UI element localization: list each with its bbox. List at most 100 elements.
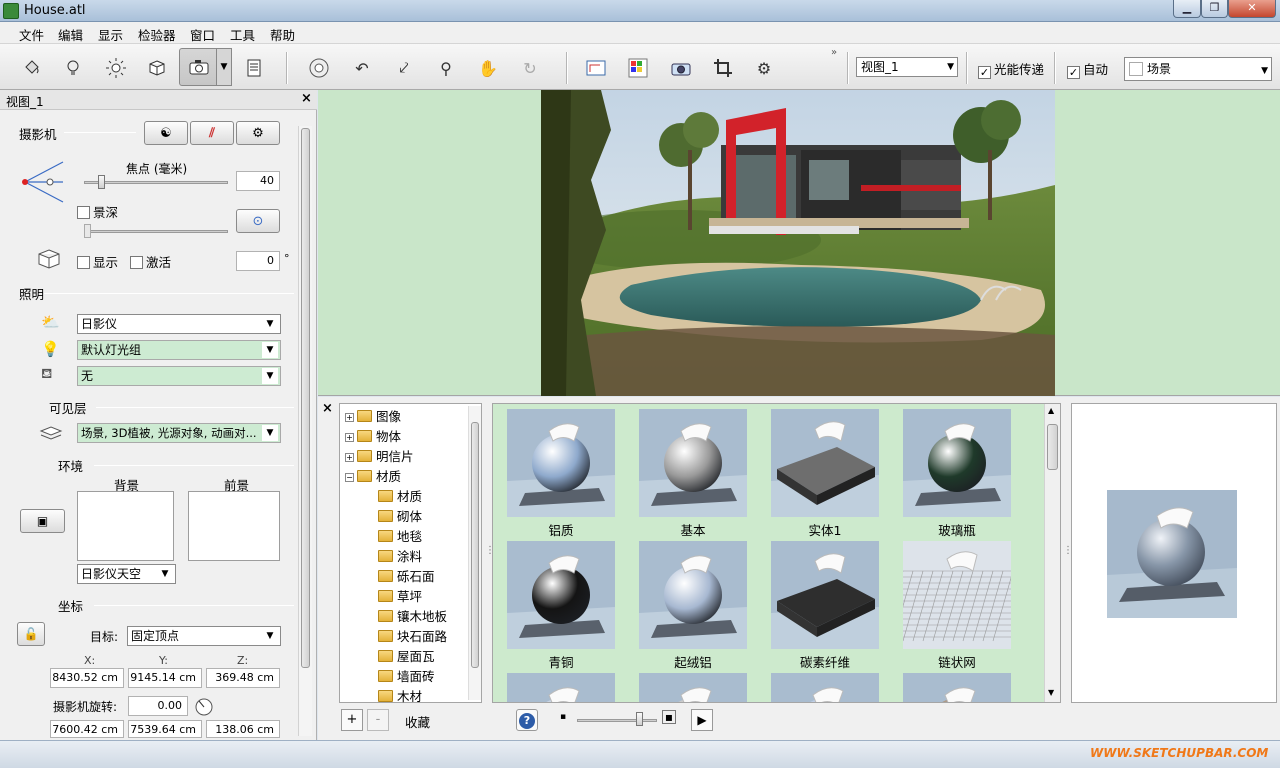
camera-mode-button[interactable]: ☯ xyxy=(144,121,188,145)
scroll-up-icon[interactable]: ▲ xyxy=(1048,406,1054,415)
expand-icon[interactable]: + xyxy=(345,453,354,462)
auto-toggle[interactable]: ✓ 自动 xyxy=(1067,59,1108,79)
pan-hand-icon[interactable]: ✋ xyxy=(474,54,502,82)
tree-item[interactable]: 墙面砖 xyxy=(378,666,435,685)
scene-select[interactable]: 场景 ▼ xyxy=(1124,57,1272,81)
tree-item[interactable]: + 图像 xyxy=(345,406,401,425)
tree-scrollbar-thumb[interactable] xyxy=(471,422,479,668)
lighting-extra-select[interactable]: 无 ▼ xyxy=(77,366,281,386)
x-field[interactable]: 8430.52 cm xyxy=(50,668,124,688)
material-thumbnail[interactable]: 玻璃瓶 xyxy=(903,409,1011,539)
material-thumbnail[interactable]: 链状网 xyxy=(903,541,1011,671)
menu-window[interactable]: 窗口 xyxy=(190,25,215,44)
light-group-select[interactable]: 默认灯光组 ▼ xyxy=(77,340,281,360)
camera-icon[interactable] xyxy=(179,48,219,86)
environment-button[interactable]: ▣ xyxy=(20,509,65,533)
pos2-z-field[interactable]: 138.06 cm xyxy=(206,720,280,738)
focal-slider-thumb[interactable] xyxy=(98,175,106,189)
close-button[interactable]: ✕ xyxy=(1228,0,1276,18)
pos2-y-field[interactable]: 7539.64 cm xyxy=(128,720,202,738)
render-camera-icon[interactable] xyxy=(667,54,695,82)
menu-file[interactable]: 文件 xyxy=(19,25,44,44)
help-button[interactable]: ? xyxy=(516,709,538,731)
target-select[interactable]: 固定顶点 ▼ xyxy=(127,626,281,646)
menu-help[interactable]: 帮助 xyxy=(270,25,295,44)
grid-scrollbar-thumb[interactable] xyxy=(1047,424,1058,470)
tree-item[interactable]: 地毯 xyxy=(378,526,422,545)
walk-icon[interactable]: ⤦ xyxy=(390,54,418,82)
light-transport-toggle[interactable]: ✓ 光能传递 xyxy=(978,59,1044,79)
y-field[interactable]: 9145.14 cm xyxy=(128,668,202,688)
layers-select[interactable]: 场景, 3D植被, 光源对象, 动画对... ▼ xyxy=(77,423,281,443)
camera-color-button[interactable]: ⫽ xyxy=(190,121,234,145)
palette-icon[interactable] xyxy=(624,54,652,82)
panel-close-icon[interactable]: × xyxy=(301,91,312,106)
material-thumbnail[interactable] xyxy=(639,673,747,702)
angle-field[interactable]: 0 xyxy=(236,251,280,271)
paint-bucket-icon[interactable] xyxy=(18,54,46,82)
material-thumbnail[interactable]: 基本 xyxy=(639,409,747,539)
library-close-icon[interactable]: × xyxy=(322,401,333,416)
focal-slider-track[interactable] xyxy=(84,181,228,184)
light-bulb-icon[interactable] xyxy=(59,54,87,82)
minimize-button[interactable]: ▁ xyxy=(1173,0,1201,18)
thumbnail-size-slider-thumb[interactable] xyxy=(636,712,644,726)
auto-checkbox[interactable]: ✓ xyxy=(1067,66,1080,79)
tree-scrollbar[interactable] xyxy=(468,406,481,700)
material-thumbnail[interactable]: 实体1 xyxy=(771,409,879,539)
render-preview[interactable] xyxy=(541,90,1055,396)
menu-inspector[interactable]: 检验器 xyxy=(138,25,176,44)
toolbar-overflow-icon[interactable]: » xyxy=(831,47,837,58)
zoom-icon[interactable]: ⚲ xyxy=(432,54,460,82)
z-field[interactable]: 369.48 cm xyxy=(206,668,280,688)
show-checkbox[interactable] xyxy=(77,256,90,269)
focus-target-button[interactable]: ⊙ xyxy=(236,209,280,233)
camera-dropdown-arrow[interactable]: ▼ xyxy=(216,48,232,86)
material-thumbnail[interactable] xyxy=(507,673,615,702)
expand-icon[interactable]: + xyxy=(345,433,354,442)
tree-item[interactable]: + 明信片 xyxy=(345,446,414,465)
tree-item[interactable]: 木材 xyxy=(378,686,422,705)
activate-checkbox[interactable] xyxy=(130,256,143,269)
activate-toggle[interactable]: 激活 xyxy=(130,252,171,271)
material-thumbnail[interactable]: 青铜 xyxy=(507,541,615,671)
expand-icon[interactable]: + xyxy=(345,413,354,422)
show-toggle[interactable]: 显示 xyxy=(77,252,118,271)
dof-slider-thumb[interactable] xyxy=(84,224,91,238)
grid-scrollbar[interactable]: ▲ ▼ xyxy=(1044,404,1060,702)
tree-item[interactable]: 块石面路 xyxy=(378,626,447,645)
thumbnail-size-slider-track[interactable] xyxy=(577,719,657,722)
material-thumbnail[interactable]: 碳素纤维 xyxy=(771,541,879,671)
rotation-field[interactable]: 0.00 xyxy=(128,696,188,716)
tree-item[interactable]: 砌体 xyxy=(378,506,422,525)
panel-scrollbar[interactable] xyxy=(298,126,312,736)
crop-icon[interactable] xyxy=(709,54,737,82)
tree-item[interactable]: 屋面瓦 xyxy=(378,646,435,665)
dof-checkbox[interactable] xyxy=(77,206,90,219)
tree-item[interactable]: + 物体 xyxy=(345,426,401,445)
dof-toggle[interactable]: 景深 xyxy=(77,202,118,221)
material-thumbnail[interactable] xyxy=(771,673,879,702)
focal-value-field[interactable]: 40 xyxy=(236,171,280,191)
sun-icon[interactable] xyxy=(102,54,130,82)
camera-settings-button[interactable]: ⚙ xyxy=(236,121,280,145)
dof-slider-track[interactable] xyxy=(84,230,228,233)
view-select[interactable]: 视图_1 ▼ xyxy=(856,57,958,77)
light-transport-checkbox[interactable]: ✓ xyxy=(978,66,991,79)
menu-tools[interactable]: 工具 xyxy=(230,25,255,44)
export-view-icon[interactable] xyxy=(582,54,610,82)
panel-scrollbar-thumb[interactable] xyxy=(301,128,310,668)
material-thumbnail[interactable] xyxy=(903,673,1011,702)
rotation-dial-icon[interactable] xyxy=(194,695,214,717)
undo-view-icon[interactable]: ↶ xyxy=(348,54,376,82)
settings-gear-icon[interactable]: ⚙ xyxy=(750,54,778,82)
material-thumbnail[interactable]: 起绒铝 xyxy=(639,541,747,671)
scroll-down-icon[interactable]: ▼ xyxy=(1048,688,1054,697)
foreground-preview[interactable] xyxy=(188,491,280,561)
sky-select[interactable]: 日影仪天空 ▼ xyxy=(77,564,176,584)
maximize-button[interactable]: ❐ xyxy=(1201,0,1228,18)
collapse-icon[interactable]: − xyxy=(345,473,354,482)
cube-icon[interactable] xyxy=(143,54,171,82)
sun-select[interactable]: 日影仪 ▼ xyxy=(77,314,281,334)
menu-edit[interactable]: 编辑 xyxy=(58,25,83,44)
